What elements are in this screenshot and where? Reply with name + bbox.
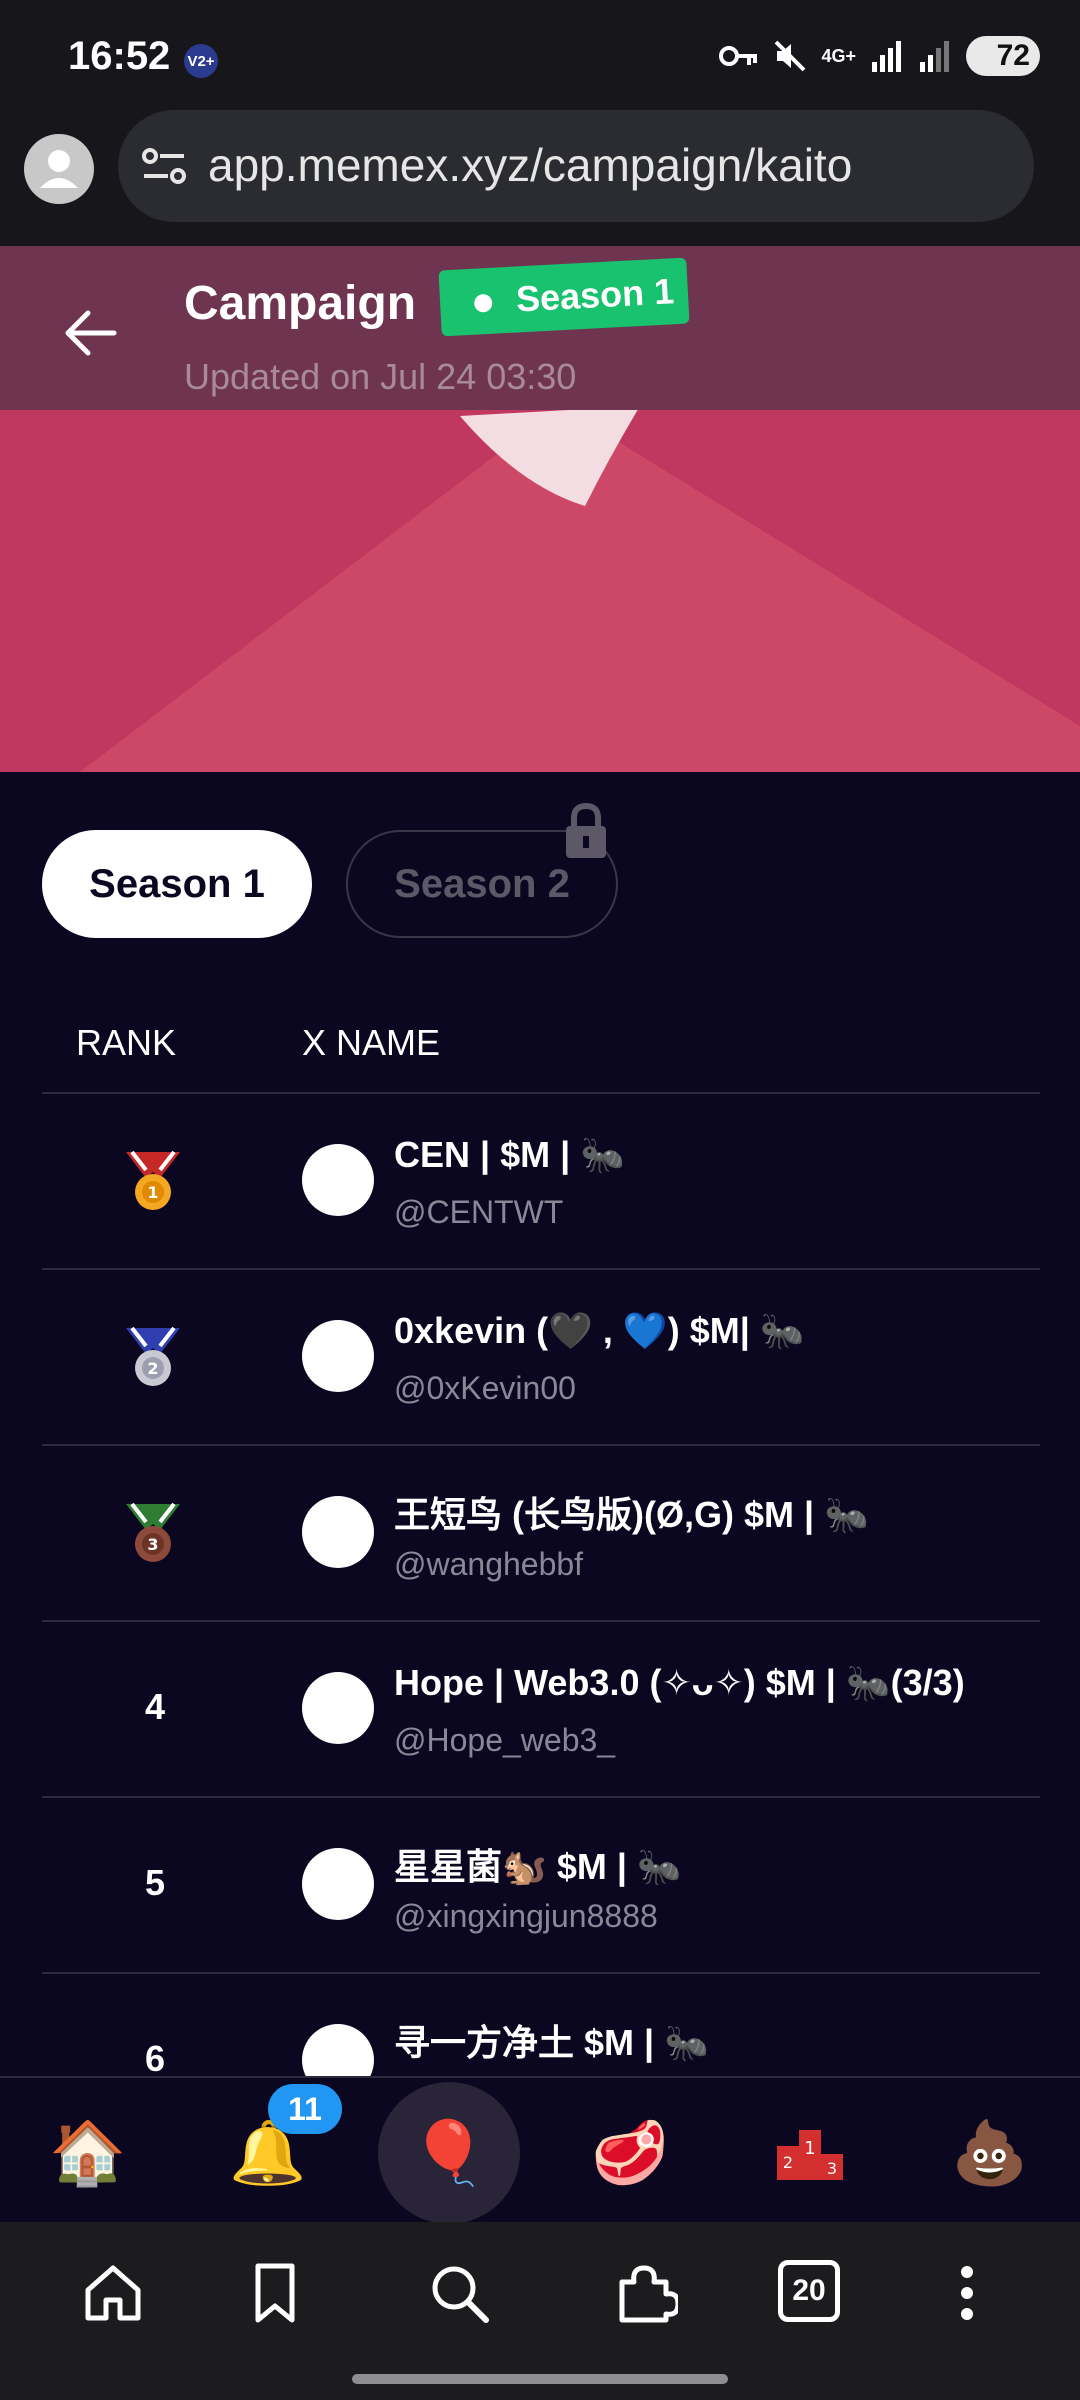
x-handle: @CENTWT bbox=[394, 1194, 564, 1230]
x-display-name: 星星菌🐿️ $M | 🐜 bbox=[394, 1846, 682, 1887]
x-handle: @wanghebbf bbox=[394, 1546, 584, 1582]
battery-indicator: 72 bbox=[966, 36, 1040, 76]
home-icon[interactable] bbox=[80, 2260, 146, 2326]
avatar bbox=[302, 1496, 374, 1568]
leaderboard-row[interactable]: 1 CEN | $M | 🐜 @CENTWT bbox=[0, 1094, 1080, 1268]
poop-icon[interactable]: 💩 bbox=[950, 2114, 1030, 2194]
active-season-chip: Season 1 bbox=[438, 257, 690, 337]
url-text[interactable]: app.memex.xyz/campaign/kaito bbox=[208, 138, 852, 192]
search-icon[interactable] bbox=[426, 2260, 492, 2326]
podium-icon[interactable]: 12 3 bbox=[770, 2114, 850, 2194]
x-display-name: Hope | Web3.0 (✧ᴗ✧) $M | 🐜(3/3) bbox=[394, 1662, 965, 1703]
svg-text:1: 1 bbox=[804, 2138, 815, 2159]
rank-number: 5 bbox=[144, 1862, 166, 1903]
gold-medal-icon: 1 bbox=[126, 1150, 180, 1210]
status-time: 16:52 bbox=[68, 34, 171, 78]
user-icon bbox=[40, 150, 78, 188]
page-title: Campaign bbox=[184, 277, 417, 330]
notification-badge: 11 bbox=[268, 2084, 342, 2134]
leaderboard-row[interactable]: 6 寻一方净土 $M | 🐜 bbox=[0, 1974, 1080, 2076]
tab-season-1[interactable]: Season 1 bbox=[42, 830, 312, 938]
x-handle: @0xKevin00 bbox=[394, 1370, 576, 1406]
leaderboard-row[interactable]: 2 0xkevin (🖤 , 💙) $M| 🐜 @0xKevin00 bbox=[0, 1270, 1080, 1444]
hot-air-balloon-icon[interactable]: 🎈 bbox=[409, 2114, 489, 2194]
lock-icon bbox=[566, 802, 606, 858]
avatar bbox=[302, 1672, 374, 1744]
page-header: Campaign Season 1 Updated on Jul 24 03:3… bbox=[0, 246, 1080, 410]
key-icon bbox=[719, 46, 758, 66]
avatar bbox=[302, 1848, 374, 1920]
svg-text:3: 3 bbox=[827, 2159, 837, 2178]
vpn-icon: V2+ bbox=[184, 44, 218, 78]
signal-icon bbox=[872, 41, 901, 72]
more-options-icon[interactable] bbox=[934, 2260, 1000, 2326]
campaign-banner: Campaign Season 1 Updated on Jul 24 03:3… bbox=[0, 246, 1080, 772]
svg-text:1: 1 bbox=[147, 1183, 158, 1202]
extensions-icon[interactable] bbox=[612, 2260, 678, 2326]
leaderboard-row[interactable]: 4 Hope | Web3.0 (✧ᴗ✧) $M | 🐜(3/3) @Hope_… bbox=[0, 1622, 1080, 1796]
x-handle: @Hope_web3_ bbox=[394, 1722, 616, 1758]
house-icon[interactable]: 🏠 bbox=[48, 2114, 128, 2194]
season-chip-label: Season 1 bbox=[514, 270, 675, 320]
meat-icon[interactable]: 🥩 bbox=[590, 2114, 670, 2194]
live-dot bbox=[473, 293, 493, 313]
svg-text:2: 2 bbox=[147, 1359, 158, 1378]
silver-medal-icon: 2 bbox=[126, 1326, 180, 1386]
svg-text:2: 2 bbox=[783, 2153, 793, 2172]
rank-column-header: RANK bbox=[76, 1022, 177, 1063]
signal-icon-2 bbox=[920, 41, 949, 72]
x-handle: @xingxingjun8888 bbox=[394, 1898, 658, 1934]
back-arrow-icon[interactable] bbox=[56, 298, 126, 368]
browser-url-bar: app.memex.xyz/campaign/kaito bbox=[0, 110, 1080, 246]
site-settings-icon[interactable] bbox=[140, 146, 188, 186]
x-display-name: 寻一方净土 $M | 🐜 bbox=[394, 2022, 709, 2063]
tab-count-button[interactable]: 20 bbox=[778, 2260, 840, 2322]
name-column-header: X NAME bbox=[302, 1022, 441, 1063]
network-type: 4G+ bbox=[821, 45, 856, 66]
bronze-medal-icon: 3 bbox=[126, 1502, 180, 1562]
bookmark-icon[interactable] bbox=[242, 2260, 308, 2326]
rank-number: 6 bbox=[144, 2038, 166, 2076]
app-bottom-nav bbox=[0, 2076, 1080, 2224]
status-bar: 16:52 V2+ 4G+ 72 bbox=[0, 0, 1080, 110]
avatar bbox=[302, 2024, 374, 2076]
svg-text:3: 3 bbox=[147, 1535, 158, 1554]
profile-avatar[interactable] bbox=[24, 134, 94, 204]
status-icons: 4G+ 72 bbox=[719, 36, 1040, 76]
mute-icon bbox=[775, 40, 806, 72]
updated-timestamp: Updated on Jul 24 03:30 bbox=[184, 356, 577, 397]
x-display-name: CEN | $M | 🐜 bbox=[394, 1134, 625, 1175]
rank-number: 4 bbox=[144, 1686, 166, 1727]
leaderboard-row[interactable]: 5 星星菌🐿️ $M | 🐜 @xingxingjun8888 bbox=[0, 1798, 1080, 1972]
avatar bbox=[302, 1320, 374, 1392]
x-display-name: 0xkevin (🖤 , 💙) $M| 🐜 bbox=[394, 1310, 805, 1351]
gesture-bar[interactable] bbox=[352, 2374, 728, 2384]
x-display-name: 王短鸟 (长鸟版)(Ø,G) $M | 🐜 bbox=[394, 1494, 869, 1535]
leaderboard-row[interactable]: 3 王短鸟 (长鸟版)(Ø,G) $M | 🐜 @wanghebbf bbox=[0, 1446, 1080, 1620]
avatar bbox=[302, 1144, 374, 1216]
